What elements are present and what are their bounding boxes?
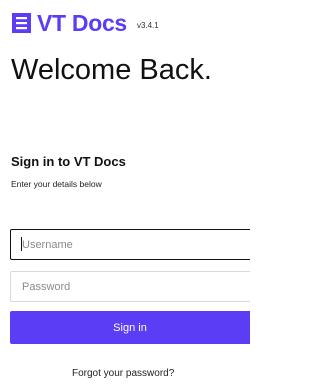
password-input[interactable]	[10, 271, 250, 302]
signin-title: Sign in to VT Docs	[11, 154, 126, 169]
document-lines-icon	[12, 13, 31, 33]
brand-name: VT Docs	[37, 10, 127, 36]
welcome-heading: Welcome Back.	[11, 54, 212, 86]
username-input[interactable]	[10, 229, 250, 260]
forgot-password-link[interactable]: Forgot your password?	[72, 368, 174, 380]
brand-logo: VT Docs v3.4.1	[12, 10, 159, 36]
sign-in-button[interactable]: Sign in	[10, 311, 250, 344]
signin-subtitle: Enter your details below	[11, 179, 102, 189]
text-cursor	[21, 237, 22, 251]
app-version: v3.4.1	[136, 20, 159, 30]
